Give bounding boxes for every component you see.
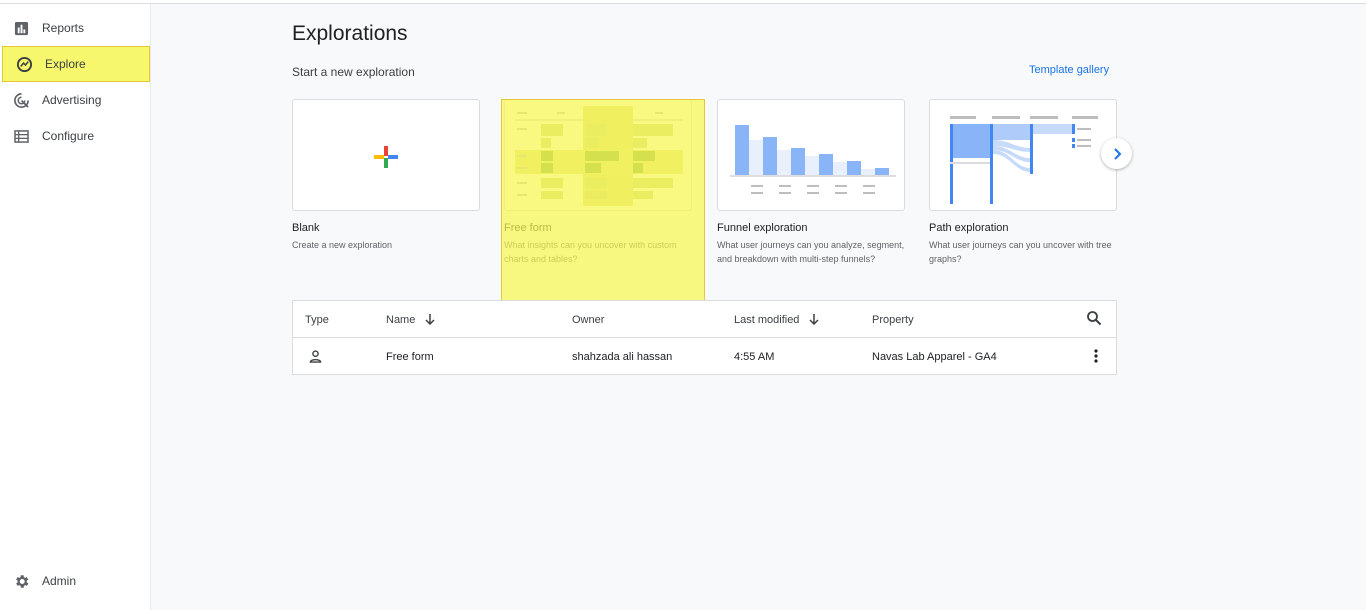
plus-icon: [374, 146, 398, 168]
path-card[interactable]: [929, 99, 1117, 211]
chevron-right-icon: [1113, 147, 1121, 160]
property-column-header: Property: [872, 313, 914, 326]
reports-icon: [12, 19, 30, 37]
person-icon: [309, 338, 322, 375]
path-card-desc: What user journeys can you uncover with …: [929, 240, 1112, 264]
sidebar-item-configure[interactable]: Configure: [0, 118, 150, 154]
owner-column-header: Owner: [572, 313, 605, 326]
page-title: Explorations: [292, 22, 408, 45]
row-owner: shahzada ali hassan: [572, 350, 673, 363]
sidebar: Reports Explore Advertising Configure Ad…: [0, 4, 151, 610]
table-row[interactable]: Free form shahzada ali hassan 4:55 AM Na…: [293, 338, 1116, 375]
top-border: [0, 0, 1366, 4]
path-card-title: Path exploration: [929, 222, 1009, 234]
free-form-card-desc: What insights can you uncover with custo…: [504, 240, 677, 264]
sidebar-item-label: Admin: [42, 574, 77, 588]
blank-card[interactable]: [292, 99, 480, 211]
configure-icon: [12, 127, 30, 145]
sidebar-item-advertising[interactable]: Advertising: [0, 82, 150, 118]
explorations-table: Type Name Owner Last modified Property F…: [292, 300, 1117, 375]
sidebar-item-reports[interactable]: Reports: [0, 10, 150, 46]
free-form-thumbnail: [515, 106, 683, 206]
row-name[interactable]: Free form: [386, 338, 434, 375]
last-modified-column-label: Last modified: [734, 313, 800, 326]
arrow-down-icon: [809, 314, 819, 325]
sidebar-item-explore[interactable]: Explore: [2, 46, 150, 82]
path-thumbnail: [950, 116, 1098, 204]
next-templates-button[interactable]: [1101, 138, 1132, 169]
more-options-icon[interactable]: [1087, 347, 1105, 365]
section-subtitle: Start a new exploration: [292, 65, 415, 79]
last-modified-column-header[interactable]: Last modified: [734, 301, 819, 338]
name-column-label: Name: [386, 313, 416, 326]
arrow-down-icon: [425, 314, 435, 325]
advertising-icon: [12, 91, 30, 109]
blank-card-title: Blank: [292, 222, 320, 234]
free-form-card-title: Free form: [504, 222, 552, 234]
row-property: Navas Lab Apparel - GA4: [872, 350, 997, 363]
sidebar-item-label: Reports: [42, 21, 85, 35]
explore-icon: [15, 55, 33, 73]
template-gallery-link[interactable]: Template gallery: [1029, 64, 1109, 76]
funnel-card-title: Funnel exploration: [717, 222, 808, 234]
row-last-modified: 4:55 AM: [734, 350, 775, 363]
sidebar-item-label: Explore: [45, 57, 86, 71]
sidebar-item-label: Configure: [42, 129, 95, 143]
funnel-card[interactable]: [717, 99, 905, 211]
search-icon[interactable]: [1086, 310, 1104, 328]
funnel-thumbnail: [730, 125, 896, 194]
funnel-card-desc: What user journeys can you analyze, segm…: [717, 240, 905, 264]
sidebar-item-label: Advertising: [42, 93, 102, 107]
type-column-header: Type: [305, 313, 329, 326]
gear-icon: [12, 572, 30, 590]
blank-card-desc: Create a new exploration: [292, 240, 393, 250]
free-form-card[interactable]: [504, 99, 692, 211]
sidebar-item-admin[interactable]: Admin: [0, 563, 150, 599]
name-column-header[interactable]: Name: [386, 301, 435, 338]
table-header: Type Name Owner Last modified Property: [293, 301, 1116, 338]
